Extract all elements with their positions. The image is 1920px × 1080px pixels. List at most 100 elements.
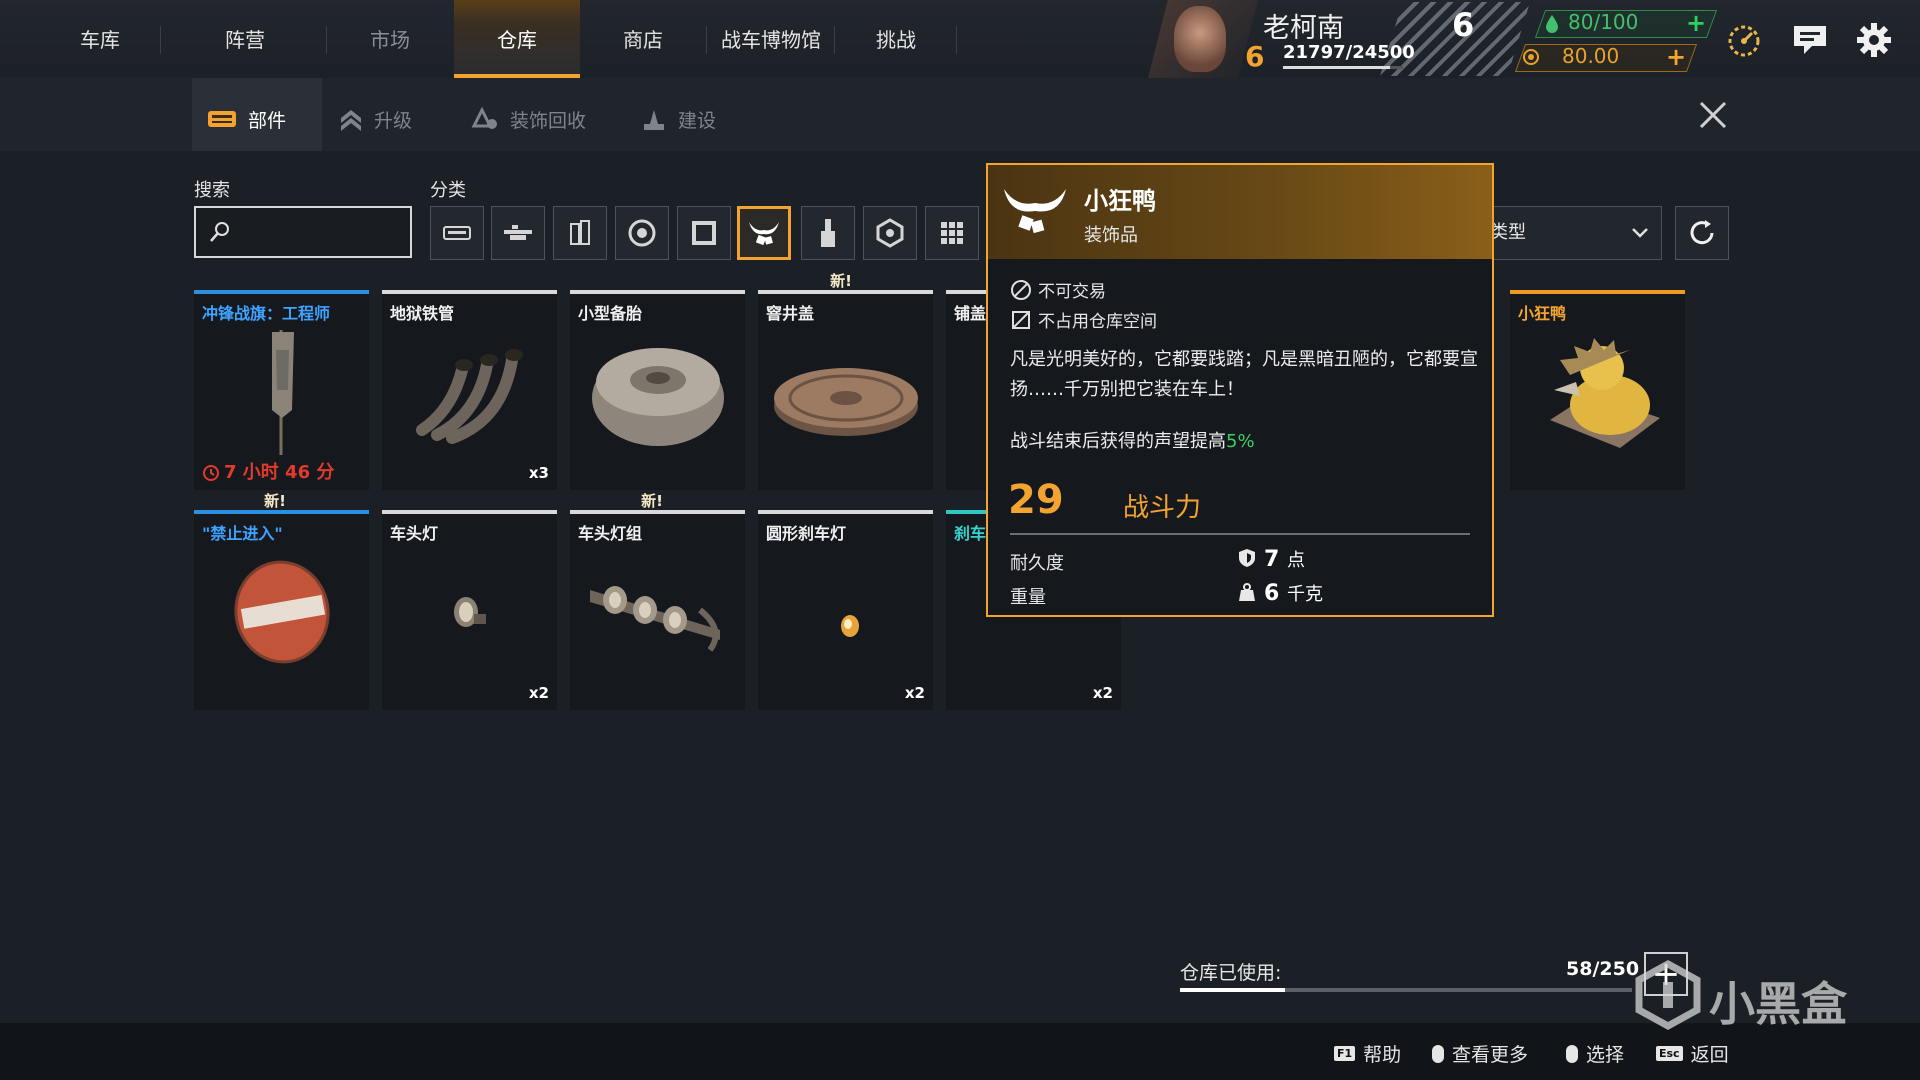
tooltip-description: 凡是光明美好的，它都要践踏；凡是黑暗丑陋的，它都要宣扬……千万别把它装在车上！ — [1010, 349, 1478, 400]
rarity-line — [570, 290, 745, 294]
item-quantity: x2 — [1092, 684, 1113, 702]
weight-unit: 千克 — [1286, 584, 1323, 605]
tab-challenge[interactable]: 挑战 — [836, 0, 956, 78]
hint-help[interactable]: F1 帮助 — [1334, 1040, 1401, 1067]
effect-text: 战斗结束后获得的声望提高 — [1010, 431, 1226, 452]
item-card-no-entry[interactable]: "禁止进入" — [194, 510, 369, 710]
frame-icon — [692, 221, 716, 245]
bull-horns-decor-icon — [749, 222, 779, 246]
item-card-crazy-duck[interactable]: 小狂鸭 — [1510, 290, 1685, 490]
rarity-line — [1510, 290, 1685, 294]
item-card-hell-pipes[interactable]: 地狱铁管 x3 — [382, 290, 557, 490]
tooltip-power-label: 战斗力 — [1123, 493, 1202, 523]
flag-text: 不占用仓库空间 — [1038, 312, 1157, 332]
subtab-upgrade[interactable]: 升级 — [338, 78, 448, 151]
player-name: 老柯南 — [1263, 13, 1344, 44]
item-card-round-brake-light[interactable]: 圆形刹车灯 x2 — [758, 510, 933, 710]
item-quantity: x2 — [904, 684, 925, 702]
player-xp: 21797/24500 — [1283, 42, 1415, 63]
category-wheels-button[interactable] — [615, 206, 669, 260]
search-input[interactable] — [194, 206, 412, 258]
settings-gear-icon[interactable] — [1854, 20, 1894, 60]
tab-museum[interactable]: 战车博物馆 — [708, 0, 834, 78]
exhaust-pipes-image — [416, 349, 523, 444]
item-card-spare-tire[interactable]: 小型备胎 — [570, 290, 745, 490]
tab-faction[interactable]: 阵营 — [180, 0, 310, 78]
player-level: 6 — [1245, 40, 1265, 73]
avatar-face — [1174, 6, 1226, 72]
esc-key-icon: Esc — [1656, 1046, 1683, 1061]
watermark: 小黑盒 — [1633, 960, 1883, 1031]
subtab-recycle[interactable]: 装饰回收 — [470, 78, 620, 151]
refresh-button[interactable] — [1675, 206, 1729, 260]
add-coins-button[interactable]: + — [1663, 45, 1689, 69]
item-card-battle-flag[interactable]: 冲锋战旗：工程师 7 小时 46 分 — [194, 290, 369, 490]
new-badge: 新! — [830, 272, 852, 290]
hint-view-more[interactable]: 查看更多 — [1432, 1040, 1528, 1067]
subtab-build[interactable]: 建设 — [640, 78, 750, 151]
weight-label: 重量 — [1010, 587, 1046, 608]
durability-stat: 7 点 — [1238, 546, 1305, 572]
category-resources-button[interactable] — [863, 206, 917, 260]
subtab-parts-label: 部件 — [248, 110, 287, 132]
item-tooltip: 小狂鸭 装饰品 不可交易 不占用仓库空间 凡是光明美好的，它都要践踏；凡是黑暗丑… — [986, 163, 1494, 617]
weight-icon — [1239, 583, 1255, 601]
type-select[interactable]: 类型 — [1477, 206, 1662, 260]
rarity-line — [382, 510, 557, 514]
round-brake-light-image — [841, 615, 859, 637]
car-body-icon — [443, 226, 471, 240]
add-fuel-button[interactable]: + — [1683, 11, 1709, 35]
item-quantity: x2 — [528, 684, 549, 702]
storage-progress-fill — [1180, 988, 1285, 992]
category-body-button[interactable] — [430, 206, 484, 260]
battle-flag-image — [272, 330, 294, 455]
tooltip-item-type: 装饰品 — [1084, 225, 1138, 246]
category-modules-button[interactable] — [553, 206, 607, 260]
tab-market[interactable]: 市场 — [330, 0, 450, 78]
tab-garage[interactable]: 车库 — [40, 0, 160, 78]
watermark-text: 小黑盒 — [1709, 977, 1847, 1031]
tab-warehouse[interactable]: 仓库 — [454, 0, 580, 78]
category-decor-button[interactable] — [737, 206, 791, 260]
rarity-line — [758, 510, 933, 514]
crazy-duck-image — [1550, 338, 1660, 448]
fuel-drop-icon — [1546, 15, 1558, 33]
rarity-line — [194, 510, 369, 514]
grid-icon — [941, 222, 963, 244]
category-weapons-button[interactable] — [491, 206, 545, 260]
headlight-image — [454, 597, 486, 627]
tab-shop[interactable]: 商店 — [580, 0, 706, 78]
item-card-headlight[interactable]: 车头灯 x2 — [382, 510, 557, 710]
rarity-line — [382, 290, 557, 294]
weight-value: 6 — [1264, 581, 1280, 606]
hint-select[interactable]: 选择 — [1566, 1040, 1624, 1067]
category-frame-button[interactable] — [677, 206, 731, 260]
category-paint-button[interactable] — [801, 206, 855, 260]
no-trade-icon — [1011, 280, 1031, 300]
fuel-amount: 80/100 — [1568, 10, 1639, 34]
subtab-parts[interactable]: 部件 — [192, 78, 322, 151]
category-all-button[interactable] — [925, 206, 979, 260]
refresh-icon — [1690, 220, 1714, 245]
chat-icon[interactable] — [1790, 20, 1830, 60]
item-card-manhole-cover[interactable]: 窨井盖 — [758, 290, 933, 490]
xp-progress-bar — [1283, 66, 1403, 69]
hexagon-resource-icon — [876, 218, 904, 248]
speedometer-icon[interactable] — [1724, 20, 1764, 60]
weight-stat: 6 千克 — [1238, 580, 1323, 606]
hint-select-label: 选择 — [1586, 1044, 1625, 1066]
effect-value: 5% — [1226, 431, 1255, 452]
item-quantity: x3 — [528, 464, 549, 482]
clock-icon — [203, 464, 219, 481]
durability-label: 耐久度 — [1010, 553, 1064, 574]
xp-progress-fill — [1283, 66, 1390, 69]
car-parts-icon — [208, 110, 236, 127]
item-card-headlight-set[interactable]: 车头灯组 — [570, 510, 745, 710]
close-icon[interactable] — [1696, 98, 1730, 132]
nav-separator — [834, 26, 835, 54]
bull-horns-decor-icon — [1004, 189, 1066, 234]
subtab-recycle-label: 装饰回收 — [510, 110, 587, 132]
type-select-value: 类型 — [1490, 222, 1526, 243]
category-label: 分类 — [430, 180, 466, 201]
hint-back[interactable]: Esc 返回 — [1656, 1040, 1729, 1067]
